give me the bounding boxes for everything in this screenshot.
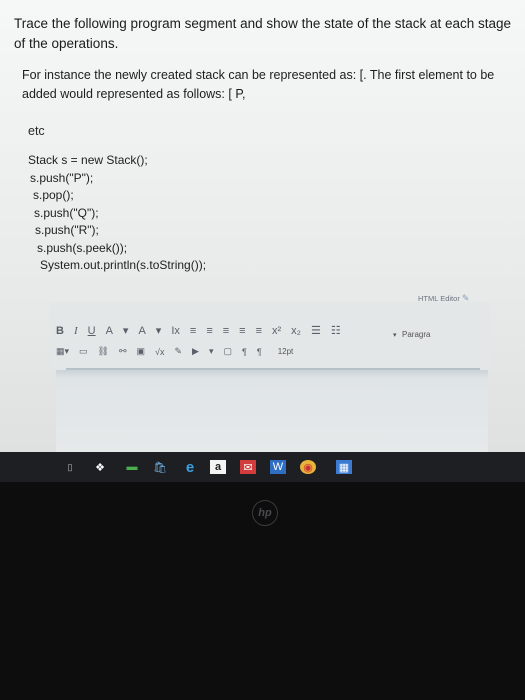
- chrome-icon[interactable]: ◉: [300, 460, 316, 474]
- etc-text: etc: [28, 124, 45, 138]
- bold-button[interactable]: B: [56, 325, 64, 337]
- taskbar: [0, 452, 525, 482]
- unlink-icon[interactable]: ⚯: [119, 346, 127, 357]
- dropdown-icon[interactable]: ▾: [209, 346, 214, 357]
- underline-button[interactable]: U: [88, 325, 96, 337]
- chevron-down-icon[interactable]: ▾: [123, 324, 129, 337]
- mail-icon[interactable]: ✉: [240, 460, 256, 474]
- code-line: s.push(s.peek());: [37, 240, 128, 255]
- chevron-down-icon[interactable]: ▾: [156, 324, 162, 337]
- background-color-button[interactable]: A: [138, 325, 145, 337]
- word-icon[interactable]: W: [270, 460, 286, 474]
- bullet-list-icon[interactable]: ☰: [311, 324, 321, 337]
- toolbar-row-formatting: B I U A ▾ A ▾ Ix ≡ ≡ ≡ ≡ ≡ x² x₂ ☰ ☷: [56, 324, 351, 338]
- media-icon[interactable]: ▭: [79, 346, 88, 357]
- font-color-button[interactable]: A: [106, 325, 113, 337]
- answer-textarea[interactable]: [56, 370, 488, 452]
- rtl-icon[interactable]: ¶: [257, 347, 262, 357]
- code-block: Stack s = new Stack(); s.push("P"); s.po…: [28, 152, 206, 275]
- font-size-select[interactable]: 12pt: [278, 347, 294, 356]
- image-icon[interactable]: ▣: [137, 346, 146, 357]
- amazon-app-icon[interactable]: a: [210, 460, 226, 474]
- browser-page: Trace the following program segment and …: [0, 0, 525, 452]
- link-icon[interactable]: ⛓: [98, 346, 109, 357]
- toolbar-row-insert: ▦▾ ▭ ⛓ ⚯ ▣ √x ✎ ▶ ▾ ▢ ¶ ¶ 12pt: [56, 346, 293, 357]
- align-left-icon[interactable]: ≡: [190, 325, 196, 337]
- edge-icon[interactable]: e: [182, 459, 198, 476]
- hp-logo-icon: hp: [252, 500, 278, 526]
- code-line: s.push("R");: [35, 223, 99, 237]
- table-icon[interactable]: ▦▾: [56, 346, 69, 357]
- windows-app-icon[interactable]: ▦: [336, 460, 352, 474]
- subscript-button[interactable]: x₂: [291, 325, 301, 337]
- launcher-icon[interactable]: ▯: [62, 460, 78, 474]
- align-justify-icon[interactable]: ≡: [239, 325, 245, 337]
- clear-formatting-button[interactable]: Ix: [171, 325, 180, 337]
- special-char-icon[interactable]: ✎: [175, 346, 183, 357]
- question-text: Trace the following program segment and …: [14, 16, 512, 51]
- align-right-icon[interactable]: ≡: [223, 325, 229, 337]
- indent-icon[interactable]: ≡: [256, 325, 262, 337]
- store-icon[interactable]: 🛍: [152, 460, 168, 474]
- superscript-button[interactable]: x²: [272, 325, 281, 337]
- equation-icon[interactable]: √x: [155, 347, 164, 357]
- instance-text: For instance the newly created stack can…: [22, 68, 495, 101]
- align-center-icon[interactable]: ≡: [206, 325, 212, 337]
- embed-icon[interactable]: ▢: [224, 346, 233, 357]
- youtube-icon[interactable]: ▶: [192, 346, 199, 357]
- italic-button[interactable]: I: [74, 325, 78, 337]
- chevron-down-icon[interactable]: ▾: [393, 331, 397, 339]
- code-line: System.out.println(s.toString());: [40, 258, 207, 272]
- code-line: s.pop();: [33, 188, 74, 202]
- code-line: Stack s = new Stack();: [28, 153, 148, 167]
- ltr-icon[interactable]: ¶: [242, 347, 247, 357]
- paragraph-select[interactable]: Paragra: [402, 330, 430, 339]
- numbered-list-icon[interactable]: ☷: [331, 324, 341, 337]
- files-icon[interactable]: ▬: [124, 460, 140, 474]
- dropbox-icon[interactable]: ❖: [92, 460, 108, 474]
- code-line: s.push("Q");: [34, 205, 99, 220]
- code-line: s.push("P");: [30, 170, 94, 185]
